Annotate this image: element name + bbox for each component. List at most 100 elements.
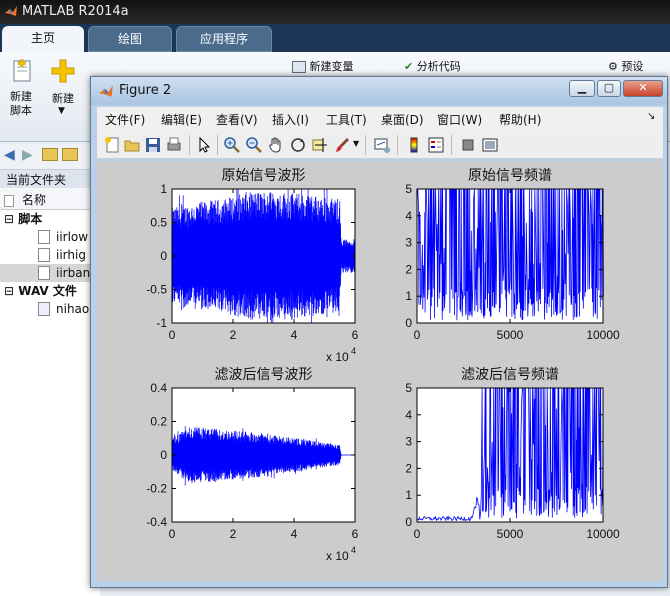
main-titlebar: MATLAB R2014a (0, 0, 670, 24)
new-label: 新建 (52, 92, 74, 105)
gear-icon: ⚙ (608, 60, 618, 73)
tab-apps[interactable]: 应用程序 (176, 26, 272, 52)
x-tick-label: 2 (230, 527, 237, 541)
up-folder-icon[interactable] (42, 148, 58, 161)
zoom-in-icon[interactable] (223, 136, 241, 154)
y-tick-label: 2 (405, 461, 412, 475)
new-script-button[interactable]: 新建 脚本 (8, 58, 40, 136)
data-cursor-icon[interactable] (311, 136, 329, 154)
y-tick-label: 0.4 (150, 381, 167, 395)
y-tick-label: 0 (405, 515, 412, 529)
m-file-icon (38, 230, 50, 244)
analyze-code-button[interactable]: ✔ 分析代码 (404, 58, 461, 74)
save-icon[interactable] (144, 136, 162, 154)
figure-titlebar[interactable]: Figure 2 ▁ ▢ ✕ (91, 77, 667, 105)
link-plot-icon[interactable] (373, 136, 391, 154)
figure-toolbar: ▼ (97, 131, 663, 159)
m-file-icon (38, 248, 50, 262)
preferences-button[interactable]: ⚙ 预设 (608, 58, 643, 74)
menu-insert[interactable]: 插入(I) (272, 111, 309, 128)
hide-plot-tools-icon[interactable] (459, 136, 477, 154)
file-row[interactable]: iirhig (0, 246, 100, 264)
zoom-out-icon[interactable] (245, 136, 263, 154)
figure-title: Figure 2 (119, 83, 172, 98)
y-tick-label: 0 (160, 448, 167, 462)
x-tick-label: 6 (352, 328, 359, 342)
y-tick-label: 4 (405, 408, 412, 422)
dock-arrow-icon[interactable]: ↘ (647, 111, 655, 122)
new-button[interactable]: 新建 ▼ (48, 58, 80, 136)
menu-window[interactable]: 窗口(W) (437, 111, 482, 128)
subplot-title: 滤波后信号波形 (215, 367, 313, 383)
legend-icon[interactable] (427, 136, 445, 154)
back-arrow-icon[interactable]: ◀ (4, 147, 15, 163)
x-exponent-label: x 10 (326, 350, 349, 364)
chevron-down-icon: ▼ (58, 106, 65, 116)
x-exponent-power: 4 (351, 346, 356, 356)
matlab-logo-icon (99, 85, 113, 97)
y-tick-label: 0.5 (150, 216, 167, 230)
y-tick-label: 4 (405, 209, 412, 223)
file-row[interactable]: nihao (0, 300, 100, 318)
y-tick-label: -1 (156, 316, 167, 330)
group-scripts[interactable]: ⊟ 脚本 (0, 210, 100, 228)
menu-tools[interactable]: 工具(T) (326, 111, 367, 128)
pointer-icon[interactable] (195, 136, 213, 154)
menu-edit[interactable]: 编辑(E) (161, 111, 202, 128)
new-script-label: 新建 脚本 (10, 90, 32, 117)
new-variable-label: 新建变量 (309, 60, 354, 73)
y-tick-label: 1 (160, 182, 167, 196)
subplot-1[interactable] (171, 188, 356, 324)
tab-plots[interactable]: 绘图 (88, 26, 172, 52)
menu-desktop[interactable]: 桌面(D) (381, 111, 424, 128)
x-tick-label: 10000 (586, 328, 620, 342)
chevron-down-icon[interactable]: ▼ (353, 139, 359, 148)
y-tick-label: 5 (405, 381, 412, 395)
brush-icon[interactable] (333, 136, 351, 154)
wav-file-icon (38, 302, 50, 316)
browse-folder-icon[interactable] (62, 148, 78, 161)
y-tick-label: 0.2 (150, 415, 167, 429)
subplot-2[interactable] (416, 188, 604, 324)
y-tick-label: 0 (405, 316, 412, 330)
minimize-button[interactable]: ▁ (569, 80, 595, 97)
subplot-4[interactable] (416, 387, 604, 523)
file-row[interactable]: iirlow (0, 228, 100, 246)
colorbar-icon[interactable] (405, 136, 423, 154)
new-variable-button[interactable]: 新建变量 (292, 58, 354, 74)
subplot-title: 原始信号频谱 (468, 168, 552, 184)
file-row-selected[interactable]: iirban (0, 264, 100, 282)
close-button[interactable]: ✕ (623, 80, 663, 97)
figure-canvas: 1 0.5 0 -0.5 -1 0 2 4 6 原始信号波形 x 10 4 5 4 3 2 1 0 0 5000 100… (97, 161, 663, 581)
pan-hand-icon[interactable] (267, 136, 285, 154)
menu-view[interactable]: 查看(V) (216, 111, 258, 128)
address-bar: ◀ ▶ (0, 144, 100, 170)
plots-svg: 10.50-0.5-10 2 4 6原始信号波形x 10 45432100 5000 100… (146, 168, 620, 563)
y-tick-label: 2 (405, 262, 412, 276)
maximize-button[interactable]: ▢ (597, 80, 621, 97)
file-icon (4, 194, 14, 207)
checkmark-icon: ✔ (404, 60, 414, 73)
new-figure-icon[interactable] (103, 136, 121, 154)
collapse-icon: ⊟ (4, 212, 15, 226)
print-icon[interactable] (165, 136, 183, 154)
menu-help[interactable]: 帮助(H) (499, 111, 541, 128)
show-plot-tools-icon[interactable] (481, 136, 499, 154)
name-column-header[interactable]: 名称 (0, 188, 100, 210)
subplot-title: 原始信号波形 (222, 168, 306, 184)
tab-home[interactable]: 主页 (2, 26, 84, 52)
rotate-3d-icon[interactable] (289, 136, 307, 154)
x-tick-label: 0 (414, 328, 421, 342)
subplot-title: 滤波后信号频谱 (461, 367, 559, 383)
y-tick-label: -0.5 (146, 283, 167, 297)
subplot-3[interactable] (171, 387, 356, 523)
toolbar-separator (397, 135, 398, 155)
forward-arrow-icon[interactable]: ▶ (22, 147, 33, 163)
group-wav[interactable]: ⊟ WAV 文件 (0, 282, 100, 300)
toolbar-separator (451, 135, 452, 155)
x-tick-label: 10000 (586, 527, 620, 541)
x-tick-label: 4 (291, 328, 298, 342)
x-tick-label: 2 (230, 328, 237, 342)
open-file-icon[interactable] (123, 136, 141, 154)
menu-file[interactable]: 文件(F) (105, 111, 145, 128)
